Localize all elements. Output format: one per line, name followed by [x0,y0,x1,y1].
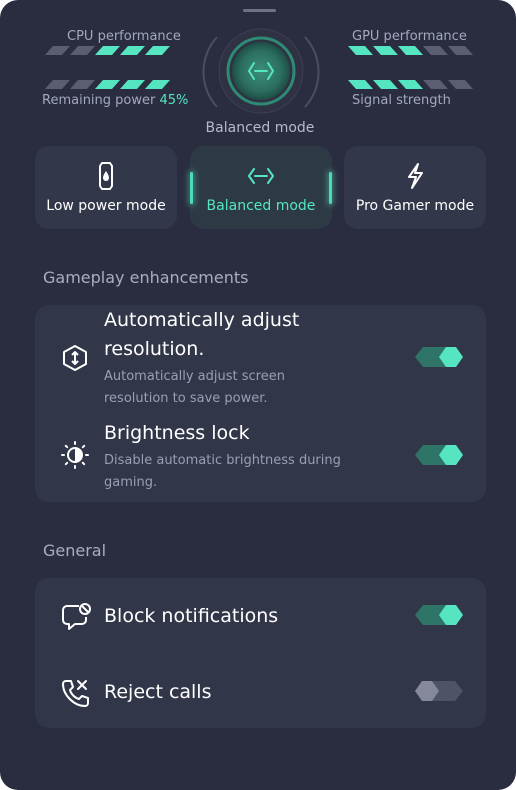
mode-card-balanced[interactable]: Balanced mode [190,146,332,229]
level-segment [120,80,145,89]
mode-icon-wrap [190,162,332,190]
brightness-icon [60,440,90,470]
auto-resolution-desc-line2: resolution to save power. [104,391,268,406]
brightness-lock-toggle[interactable] [415,445,463,465]
level-segment [423,80,448,89]
level-segment [70,46,95,55]
gameplay-section-title: Gameplay enhancements [43,268,249,287]
level-segment [70,80,95,89]
signal-strength-label: Signal strength [352,93,451,108]
game-mode-panel: CPU performance Remaining power 45% GPU … [0,0,516,790]
cpu-performance-label: CPU performance [67,29,181,44]
reject-call-icon [61,678,91,708]
reject-calls-toggle[interactable] [415,681,463,701]
level-segment [398,46,423,55]
level-segment [348,46,373,55]
battery-drop-icon [99,162,113,190]
level-segment [45,46,70,55]
block-notification-icon [61,602,91,632]
level-segment [120,46,145,55]
balance-arrows-icon [248,168,274,184]
level-segment [448,46,473,55]
current-mode-label: Balanced mode [205,120,315,136]
general-card: Block notifications Reject calls [35,578,486,728]
mode-card-low-power[interactable]: Low power mode [35,146,177,229]
mode-label-balanced: Balanced mode [206,198,316,214]
level-segment [373,80,398,89]
mode-label-low-power: Low power mode [46,198,166,214]
remaining-power-bars [45,80,171,89]
reject-calls-title: Reject calls [104,681,212,703]
balance-arrows-icon [248,62,274,80]
level-segment [423,46,448,55]
auto-resolution-toggle[interactable] [415,347,463,367]
level-segment [45,80,70,89]
cpu-performance-bars [45,46,171,55]
gameplay-card: Automatically adjust resolution. Automat… [35,305,486,502]
drag-handle[interactable] [243,9,276,12]
level-segment [145,46,170,55]
auto-resolution-desc-line1: Automatically adjust screen [104,369,285,384]
remaining-power-text: Remaining power [42,93,156,108]
mode-label-pro-gamer: Pro Gamer mode [355,198,475,214]
level-segment [348,80,373,89]
block-notifications-toggle[interactable] [415,605,463,625]
lightning-icon [408,163,423,189]
gpu-performance-bars [348,46,474,55]
gpu-performance-label: GPU performance [352,29,467,44]
auto-resolution-title-line2: resolution. [104,338,205,360]
level-segment [448,80,473,89]
level-segment [373,46,398,55]
signal-strength-bars [348,80,474,89]
remaining-power-label: Remaining power 45% [42,93,188,108]
auto-resolution-title-line1: Automatically adjust [104,309,300,331]
general-section-title: General [43,541,107,560]
brightness-lock-desc-line2: gaming. [104,475,158,490]
mode-icon-wrap [344,162,486,190]
remaining-power-value: 45% [159,93,189,108]
mode-card-pro-gamer[interactable]: Pro Gamer mode [344,146,486,229]
mode-icon-wrap [35,162,177,190]
level-segment [398,80,423,89]
mode-dial [197,19,325,125]
brightness-lock-desc-line1: Disable automatic brightness during [104,453,341,468]
block-notifications-title: Block notifications [104,605,279,627]
brightness-lock-title: Brightness lock [104,422,250,444]
level-segment [95,46,120,55]
level-segment [145,80,170,89]
level-segment [95,80,120,89]
resolution-icon [60,343,90,373]
